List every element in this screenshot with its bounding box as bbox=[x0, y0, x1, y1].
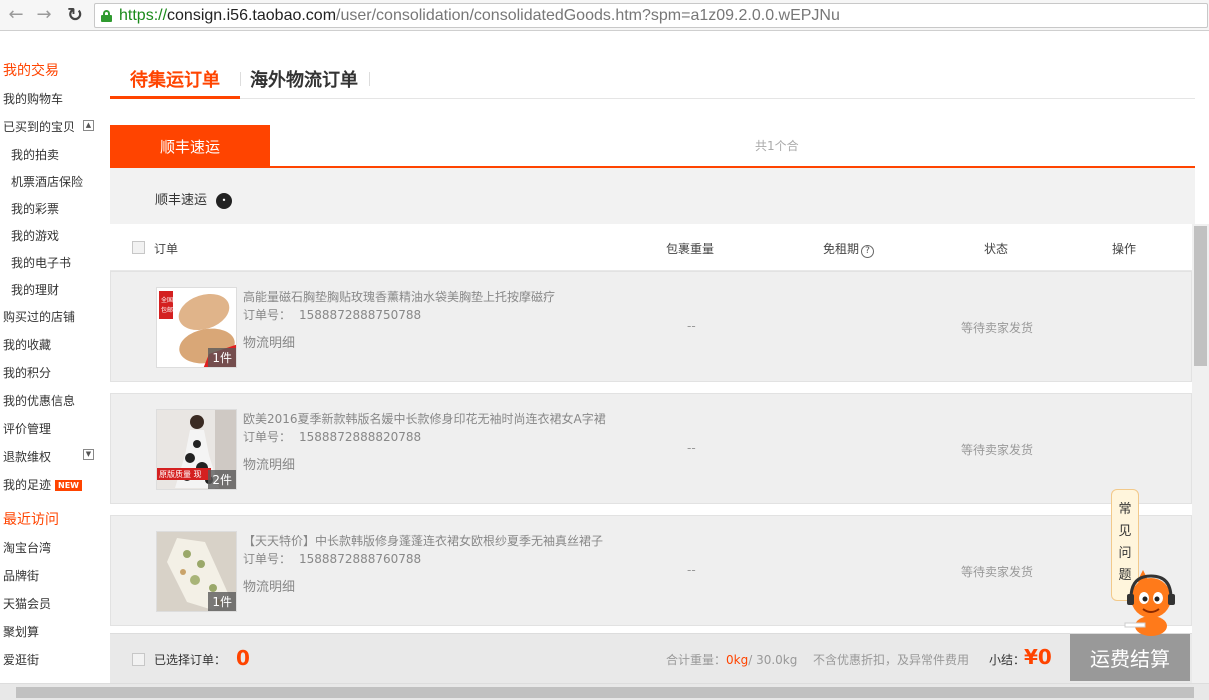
carrier-tab-sf[interactable]: 顺丰速运 bbox=[110, 125, 270, 168]
product-thumbnail[interactable]: 1件 bbox=[156, 531, 237, 612]
carrier-tab-strip: 顺丰速运 共1个合 bbox=[110, 125, 1195, 168]
order-row: 原版质量 现 2件 欧美2016夏季新款韩版名媛中长款修身印花无袖时尚连衣裙女A… bbox=[110, 393, 1192, 504]
sidebar-item-shops[interactable]: 购买过的店铺 bbox=[3, 308, 75, 325]
address-bar[interactable]: https://consign.i56.taobao.com/user/cons… bbox=[94, 3, 1208, 28]
sidebar-item-reviews[interactable]: 评价管理 bbox=[3, 420, 51, 437]
order-row: 全国 包邮 1件 高能量磁石胸垫胸贴玫瑰香薰精油水袋美胸垫上托按摩磁疗 订单号：… bbox=[110, 271, 1192, 382]
new-badge: NEW bbox=[55, 480, 82, 491]
sidebar-item-coupons[interactable]: 我的优惠信息 bbox=[3, 392, 75, 409]
sidebar-item-travel[interactable]: 机票酒店保险 bbox=[11, 173, 83, 190]
table-header: 订单 包裹重量 免租期? 状态 操作 bbox=[110, 224, 1192, 271]
scrollbar-thumb[interactable] bbox=[16, 687, 1194, 698]
select-all-footer-checkbox[interactable] bbox=[132, 653, 145, 666]
sidebar-item-bought[interactable]: 已买到的宝贝 bbox=[3, 118, 75, 135]
sidebar: 我的交易 我的购物车 已买到的宝贝 ▲ 我的拍卖 机票酒店保险 我的彩票 我的游… bbox=[0, 31, 110, 700]
sidebar-item-lottery[interactable]: 我的彩票 bbox=[11, 200, 59, 217]
total-weight: 合计重量：0kg/ 30.0kg bbox=[666, 653, 798, 667]
quantity-badge: 2件 bbox=[208, 470, 236, 489]
scrollbar-thumb[interactable] bbox=[1194, 226, 1207, 366]
column-status: 状态 bbox=[984, 242, 1009, 256]
sidebar-recent-item[interactable]: 爱逛街 bbox=[3, 651, 39, 668]
order-status: 等待卖家发货 bbox=[961, 443, 1034, 457]
checkout-bar: 已选择订单： 0 合计重量：0kg/ 30.0kg 不含优惠折扣，及异常件费用 … bbox=[110, 633, 1192, 683]
sidebar-recent-item[interactable]: 天猫会员 bbox=[3, 595, 51, 612]
sidebar-item-ebook[interactable]: 我的电子书 bbox=[11, 254, 71, 271]
tab-divider bbox=[369, 72, 370, 86]
package-weight: -- bbox=[687, 319, 696, 333]
selected-label: 已选择订单： bbox=[154, 653, 227, 667]
sidebar-item-finance[interactable]: 我的理财 bbox=[11, 281, 59, 298]
product-title[interactable]: 高能量磁石胸垫胸贴玫瑰香薰精油水袋美胸垫上托按摩磁疗 bbox=[243, 288, 555, 305]
carrier-row: 顺丰速运 • bbox=[110, 168, 1195, 224]
sidebar-item-favorites[interactable]: 我的收藏 bbox=[3, 336, 51, 353]
logistics-detail-link[interactable]: 物流明细 bbox=[243, 576, 295, 595]
svg-text:包邮: 包邮 bbox=[161, 306, 173, 314]
order-number: 订单号： 1588872888820788 bbox=[243, 430, 422, 444]
expand-icon[interactable]: ▼ bbox=[83, 449, 94, 460]
package-weight: -- bbox=[687, 441, 696, 455]
carrier-name: 顺丰速运 bbox=[155, 193, 208, 208]
package-count: 共1个合 bbox=[755, 139, 799, 153]
subtotal-amount: ¥0 bbox=[1024, 645, 1052, 669]
fee-note: 不含优惠折扣，及异常件费用 bbox=[813, 653, 970, 667]
collapse-icon[interactable]: ▲ bbox=[83, 120, 94, 131]
package-weight: -- bbox=[687, 563, 696, 577]
mascot-icon[interactable] bbox=[1117, 568, 1187, 638]
order-row: 1件 【天天特价】中长款韩版修身蓬蓬连衣裙女欧根纱夏季无袖真丝裙子 订单号： 15… bbox=[110, 515, 1192, 626]
sidebar-item-footprint[interactable]: 我的足迹 NEW bbox=[3, 476, 82, 493]
selected-count: 0 bbox=[236, 646, 250, 670]
reload-icon[interactable]: ↻ bbox=[64, 4, 86, 26]
product-title[interactable]: 【天天特价】中长款韩版修身蓬蓬连衣裙女欧根纱夏季无袖真丝裙子 bbox=[243, 532, 603, 549]
sidebar-recent-item[interactable]: 品牌街 bbox=[3, 567, 39, 584]
url-text[interactable]: https://consign.i56.taobao.com/user/cons… bbox=[119, 6, 840, 26]
column-action: 操作 bbox=[1112, 242, 1137, 256]
vertical-scrollbar[interactable] bbox=[1192, 224, 1209, 683]
subtotal-label: 小结： bbox=[989, 653, 1026, 667]
product-thumbnail[interactable]: 原版质量 现 2件 bbox=[156, 409, 237, 490]
sidebar-recent-item[interactable]: 淘宝台湾 bbox=[3, 539, 51, 556]
back-icon[interactable]: ← bbox=[5, 4, 27, 26]
sidebar-item-cart[interactable]: 我的购物车 bbox=[3, 90, 63, 107]
logistics-detail-link[interactable]: 物流明细 bbox=[243, 454, 295, 473]
forward-icon[interactable]: → bbox=[33, 4, 55, 26]
tab-overseas-logistics[interactable]: 海外物流订单 bbox=[250, 66, 358, 92]
carrier-info-icon[interactable]: • bbox=[216, 193, 232, 209]
product-thumbnail[interactable]: 全国 包邮 1件 bbox=[156, 287, 237, 368]
order-number: 订单号： 1588872888760788 bbox=[243, 552, 422, 566]
order-number: 订单号： 1588872888750788 bbox=[243, 308, 422, 322]
sidebar-item-refund[interactable]: 退款维权 bbox=[3, 448, 51, 465]
horizontal-scrollbar[interactable] bbox=[0, 683, 1209, 700]
help-icon[interactable]: ? bbox=[861, 245, 875, 258]
lock-icon bbox=[101, 10, 112, 22]
quantity-badge: 1件 bbox=[208, 592, 236, 611]
sidebar-item-points[interactable]: 我的积分 bbox=[3, 364, 51, 381]
column-free-period: 免租期? bbox=[823, 240, 875, 258]
sidebar-recent-item[interactable]: 聚划算 bbox=[3, 623, 39, 640]
shipping-checkout-button[interactable]: 运费结算 bbox=[1070, 634, 1190, 681]
column-weight: 包裹重量 bbox=[666, 242, 715, 256]
order-status: 等待卖家发货 bbox=[961, 321, 1034, 335]
sidebar-item-auction[interactable]: 我的拍卖 bbox=[11, 146, 59, 163]
sidebar-item-games[interactable]: 我的游戏 bbox=[11, 227, 59, 244]
tab-pending-consolidation[interactable]: 待集运订单 bbox=[130, 66, 220, 92]
order-status: 等待卖家发货 bbox=[961, 565, 1034, 579]
product-title[interactable]: 欧美2016夏季新款韩版名媛中长款修身印花无袖时尚连衣裙女A字裙 bbox=[243, 410, 606, 427]
column-order: 订单 bbox=[154, 242, 179, 256]
active-tab-indicator bbox=[110, 96, 240, 99]
logistics-detail-link[interactable]: 物流明细 bbox=[243, 332, 295, 351]
sidebar-section-recent[interactable]: 最近访问 bbox=[3, 509, 59, 529]
svg-text:全国: 全国 bbox=[161, 296, 173, 304]
browser-toolbar: ← → ↻ https://consign.i56.taobao.com/use… bbox=[0, 0, 1209, 31]
svg-text:原版质量 现: 原版质量 现 bbox=[159, 469, 202, 479]
select-all-checkbox[interactable] bbox=[132, 241, 145, 254]
tab-divider bbox=[240, 72, 241, 86]
quantity-badge: 1件 bbox=[208, 348, 236, 367]
sidebar-section-trade[interactable]: 我的交易 bbox=[3, 60, 59, 80]
order-tabs: 待集运订单 海外物流订单 bbox=[110, 58, 1195, 99]
